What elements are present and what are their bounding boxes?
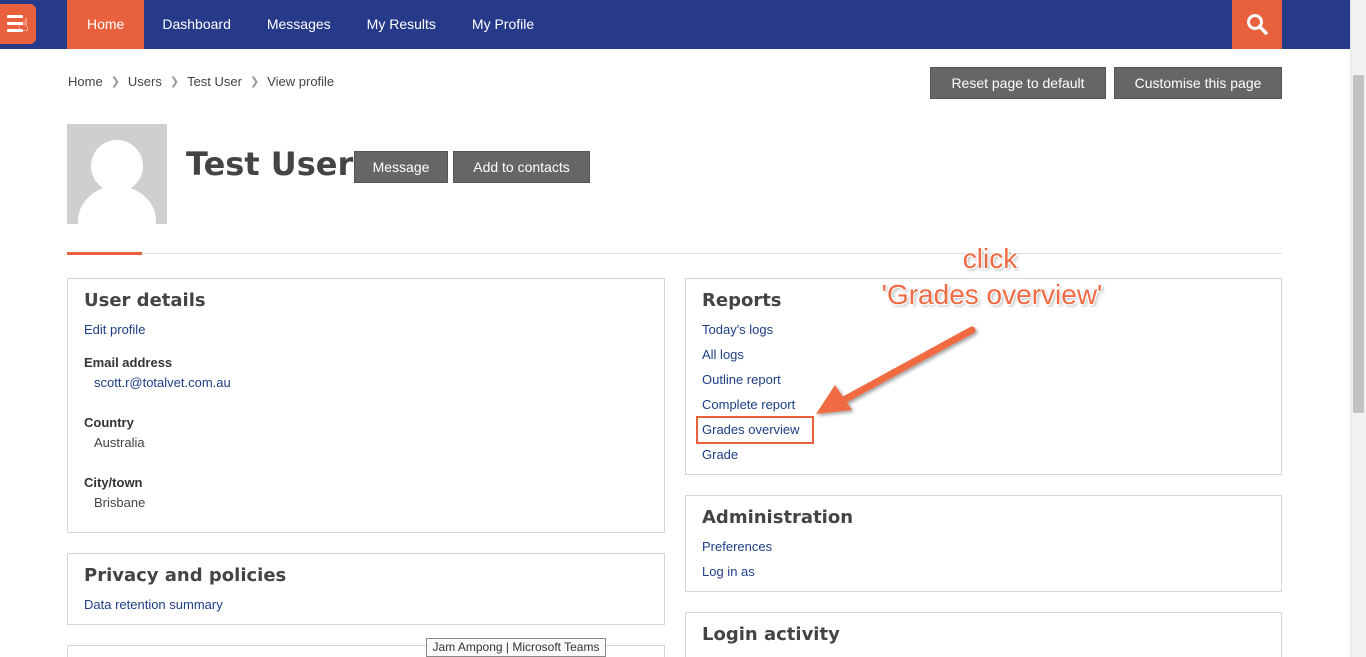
data-retention-link[interactable]: Data retention summary: [84, 597, 223, 612]
nav-dashboard[interactable]: Dashboard: [144, 0, 249, 49]
annotation-line-1: click: [962, 243, 1018, 274]
grades-overview-highlight: [696, 416, 814, 444]
outline-report-link[interactable]: Outline report: [702, 372, 781, 387]
header-divider-accent: [67, 252, 142, 255]
administration-card: Administration Preferences Log in as: [685, 495, 1282, 592]
user-silhouette-body: [78, 186, 156, 224]
card-title: Login activity: [702, 624, 840, 645]
header-divider: [67, 253, 1282, 254]
login-activity-card: Login activity: [685, 612, 1282, 657]
edit-profile-link[interactable]: Edit profile: [84, 322, 145, 337]
message-button[interactable]: Message: [354, 151, 448, 183]
vertical-scrollbar[interactable]: [1350, 0, 1366, 657]
user-silhouette-icon: [91, 140, 143, 192]
tooltip: Jam Ampong | Microsoft Teams: [426, 638, 606, 657]
chevron-right-icon: ❯: [169, 76, 180, 88]
preferences-link[interactable]: Preferences: [702, 539, 772, 554]
top-navbar: ☝ Home Dashboard Messages My Results My …: [0, 0, 1350, 49]
annotation-line-2: 'Grades overview': [881, 279, 1103, 310]
add-to-contacts-button[interactable]: Add to contacts: [453, 151, 590, 183]
chevron-right-icon: ❯: [110, 76, 120, 88]
privacy-card: Privacy and policies Data retention summ…: [67, 553, 665, 625]
card-title: User details: [84, 290, 206, 311]
email-label: Email address: [84, 355, 173, 370]
hand-cursor-icon: ☝: [18, 15, 29, 35]
complete-report-link[interactable]: Complete report: [702, 397, 795, 412]
breadcrumb-view-profile: View profile: [267, 74, 335, 89]
email-value[interactable]: scott.r@totalvet.com.au: [94, 375, 231, 390]
breadcrumb-users[interactable]: Users: [128, 74, 162, 89]
user-details-card: User details Edit profile Email address …: [67, 278, 665, 533]
menu-button[interactable]: ☝: [0, 4, 36, 44]
page-title: Test User: [186, 145, 354, 183]
chevron-right-icon: ❯: [249, 76, 260, 88]
all-logs-link[interactable]: All logs: [702, 347, 744, 362]
reset-page-button[interactable]: Reset page to default: [930, 67, 1106, 99]
nav-home[interactable]: Home: [67, 0, 145, 49]
nav-my-profile[interactable]: My Profile: [454, 0, 552, 49]
breadcrumb-home[interactable]: Home: [68, 74, 103, 89]
scrollbar-thumb[interactable]: [1353, 75, 1364, 413]
country-label: Country: [84, 415, 134, 430]
nav-menu: Home Dashboard Messages My Results My Pr…: [67, 0, 552, 49]
search-icon: [1247, 14, 1268, 35]
log-in-as-link[interactable]: Log in as: [702, 564, 755, 579]
customise-page-button[interactable]: Customise this page: [1114, 67, 1282, 99]
card-title: Administration: [702, 507, 854, 528]
breadcrumb-test-user[interactable]: Test User: [187, 74, 242, 89]
todays-logs-link[interactable]: Today's logs: [702, 322, 773, 337]
country-value: Australia: [94, 435, 145, 450]
card-title: Reports: [702, 290, 782, 311]
city-label: City/town: [84, 475, 143, 490]
card-title: Privacy and policies: [84, 565, 287, 586]
breadcrumb: Home ❯ Users ❯ Test User ❯ View profile: [68, 74, 334, 89]
search-button[interactable]: [1232, 0, 1282, 49]
avatar: [67, 124, 167, 224]
nav-messages[interactable]: Messages: [249, 0, 349, 49]
city-value: Brisbane: [94, 495, 146, 510]
grade-link[interactable]: Grade: [702, 447, 738, 462]
nav-my-results[interactable]: My Results: [349, 0, 454, 49]
